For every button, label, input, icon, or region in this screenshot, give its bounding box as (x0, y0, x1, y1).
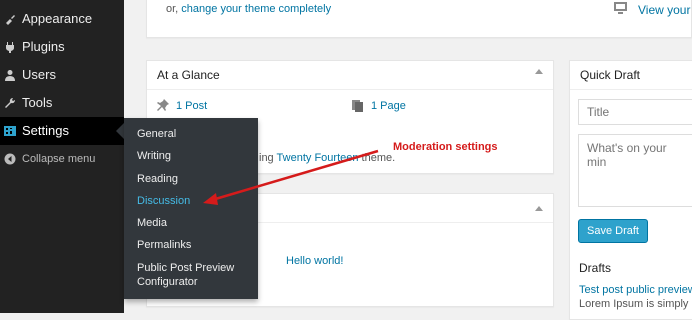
annotation-arrow-line (211, 149, 379, 202)
annotation-arrow-head (203, 193, 218, 205)
annotation-arrow (203, 149, 379, 205)
